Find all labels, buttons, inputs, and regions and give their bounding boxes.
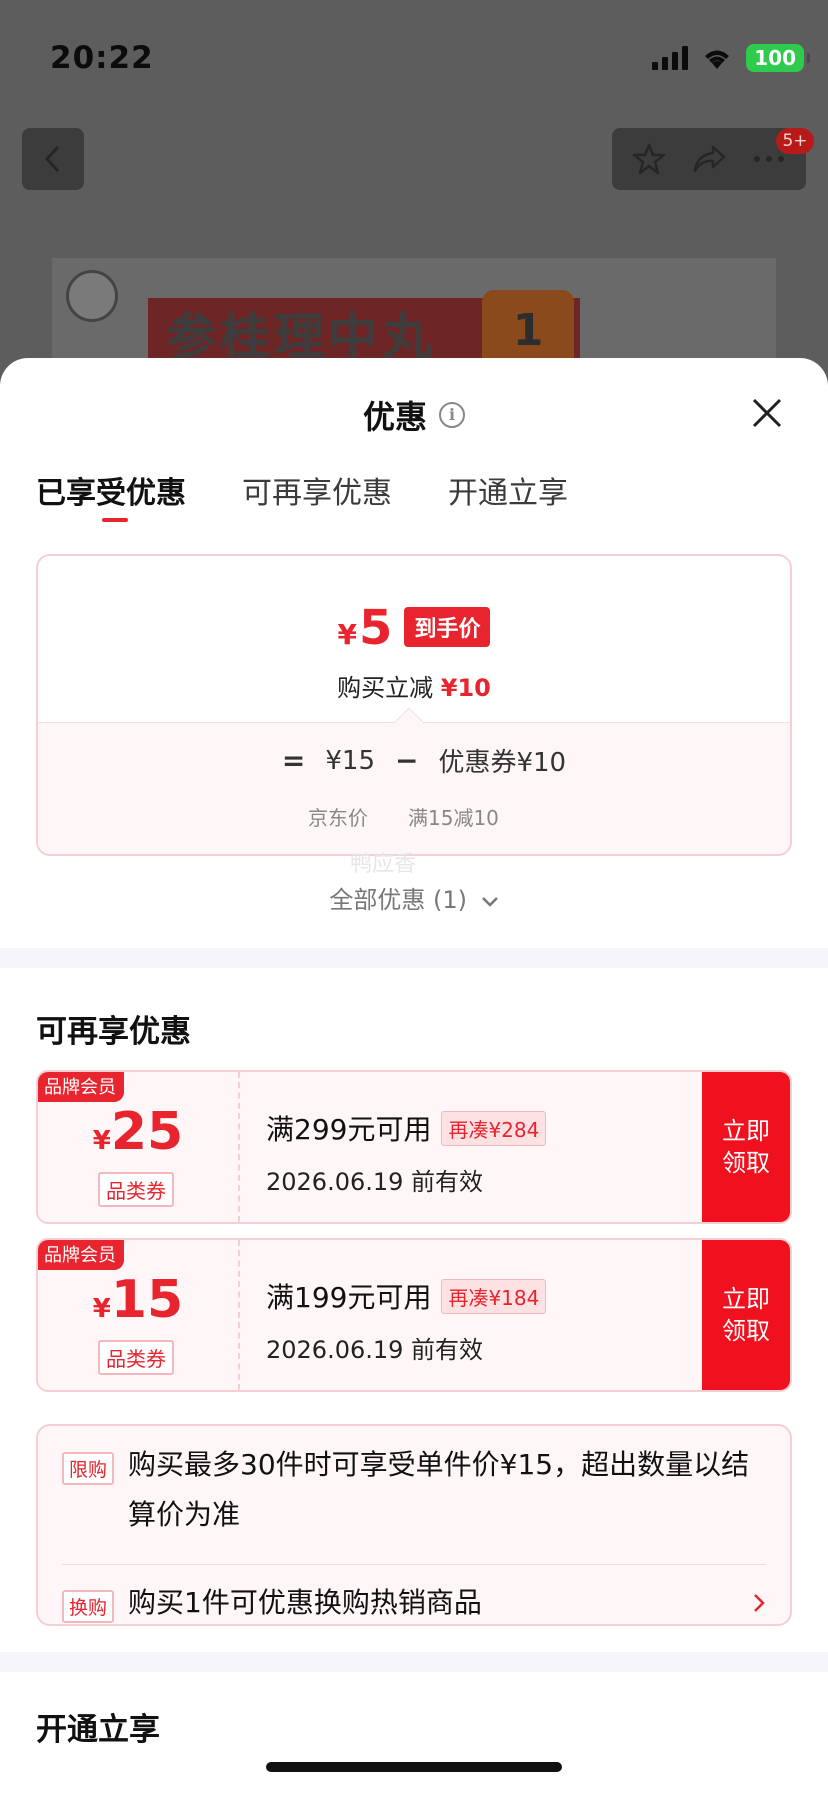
price-formula: = ¥15 − 优惠券¥10 [38,742,790,779]
back-button[interactable] [22,128,84,190]
coupon-expiry: 2026.06.19 前有效 [266,1168,484,1196]
tab-open[interactable]: 开通立享 [448,458,568,528]
coupon-currency: ¥ [92,1294,111,1324]
coupon-currency: ¥ [92,1126,111,1156]
coupon-amount: ¥25 [38,1102,238,1162]
coupon-type: 品类券 [98,1340,174,1375]
coupon-more-needed: 再凑¥184 [441,1278,547,1314]
base-price-label: 京东价 [308,806,368,830]
price-breakdown-card: ¥ 5 到手价 购买立减 ¥10 = ¥15 − 优惠券¥10 京东价 满15减… [36,554,792,856]
final-price: ¥ 5 到手价 [38,600,790,656]
final-price-currency: ¥ [337,618,358,651]
product-banner: 参桂理中丸 1 [52,258,776,370]
watermark: 鸭应香 [350,852,417,877]
exchange-tag: 换购 [62,1590,115,1623]
star-icon[interactable] [632,142,666,176]
coupon-amount-area: 品牌会员 ¥25 品类券 [38,1072,240,1222]
exchange-row[interactable]: 换购 购买1件可优惠换购热销商品 [62,1586,720,1628]
limit-row: 限购 购买最多30件时可享受单件价¥15，超出数量以结算价为准 [62,1448,766,1540]
sheet-title: 优惠 [362,398,427,436]
claim-coupon-button[interactable]: 立即 领取 [702,1072,790,1222]
equals-sign: = [281,744,306,777]
coupon-amount-area: 品牌会员 ¥15 品类券 [38,1240,240,1390]
exchange-text: 购买1件可优惠换购热销商品 [128,1586,482,1619]
battery-indicator: 100 [746,44,810,72]
minus-sign: − [395,744,419,777]
claim-coupon-button[interactable]: 立即 领取 [702,1240,790,1390]
formula-labels: 京东价 满15减10 [308,802,499,831]
cellular-signal-icon [652,46,689,70]
more-icon[interactable] [752,154,786,164]
tab-more[interactable]: 可再享优惠 [242,458,392,528]
chevron-down-icon [481,897,498,907]
rules-divider [62,1564,766,1565]
discount-amount: ¥10 [440,674,491,702]
coupon-condition-row: 满199元可用 再凑¥184 [266,1276,547,1316]
coupon-value: 25 [110,1102,184,1162]
purchase-rules-card: 限购 购买最多30件时可享受单件价¥15，超出数量以结算价为准 换购 购买1件可… [36,1424,792,1626]
claim-label-line2: 领取 [722,1317,770,1345]
chevron-left-icon [44,145,60,173]
sheet-title-row: 优惠 i [0,392,828,438]
discount-text: 购买立减 [337,674,434,702]
claim-label-line1: 立即 [722,1117,770,1145]
all-promos-toggle[interactable]: 全部优惠 (1) [0,880,828,915]
info-icon[interactable]: i [439,402,465,428]
coupon-rule-label: 满15减10 [408,806,499,830]
base-price: ¥15 [325,745,375,776]
final-price-value: 5 [359,600,393,656]
section-divider [0,948,828,968]
coupon-details: 满299元可用 再凑¥284 2026.06.19 前有效 [266,1108,547,1197]
coupon-value: 15 [110,1270,184,1330]
close-icon[interactable] [750,396,784,430]
coupon-deduction: 优惠券¥10 [438,748,567,778]
coupon-condition: 满199元可用 [266,1281,432,1314]
final-price-tag: 到手价 [404,607,491,647]
coupon-card: 品牌会员 ¥15 品类券 满199元可用 再凑¥184 2026.06.19 前… [36,1238,792,1392]
coupon-more-needed: 再凑¥284 [441,1110,547,1146]
status-icons: 100 [652,44,810,72]
brand-logo-icon [66,270,118,322]
coupon-amount: ¥15 [38,1270,238,1330]
status-time: 20:22 [50,40,154,76]
coupon-card: 品牌会员 ¥25 品类券 满299元可用 再凑¥284 2026.06.19 前… [36,1070,792,1224]
promo-tabs: 已享受优惠 可再享优惠 开通立享 [0,458,828,528]
promotions-sheet: 优惠 i 已享受优惠 可再享优惠 开通立享 ¥ 5 到手价 购买立减 ¥10 =… [0,358,828,1793]
home-indicator [266,1762,562,1772]
notification-badge: 5+ [776,128,814,154]
tab-enjoyed[interactable]: 已享受优惠 [36,458,186,528]
coupon-type: 品类券 [98,1172,174,1207]
status-bar: 20:22 100 [0,0,828,110]
section-title-open: 开通立享 [36,1712,160,1748]
coupon-expiry: 2026.06.19 前有效 [266,1336,484,1364]
wifi-icon [705,50,730,69]
discount-summary: 购买立减 ¥10 [38,668,790,703]
share-icon[interactable] [691,143,727,175]
limit-tag: 限购 [62,1452,115,1485]
section-divider-2 [0,1652,828,1672]
member-tag: 品牌会员 [38,1240,124,1270]
member-tag: 品牌会员 [38,1072,124,1102]
sheet-header: 优惠 i [0,358,828,458]
all-promos-label: 全部优惠 (1) [329,886,467,914]
claim-label-line2: 领取 [722,1149,770,1177]
section-title-more: 可再享优惠 [36,1014,191,1050]
coupon-condition-row: 满299元可用 再凑¥284 [266,1108,547,1148]
limit-text: 购买最多30件时可享受单件价¥15，超出数量以结算价为准 [128,1448,750,1531]
chevron-right-icon[interactable] [752,1592,766,1614]
coupon-condition: 满299元可用 [266,1113,432,1146]
coupon-details: 满199元可用 再凑¥184 2026.06.19 前有效 [266,1276,547,1365]
claim-label-line1: 立即 [722,1285,770,1313]
